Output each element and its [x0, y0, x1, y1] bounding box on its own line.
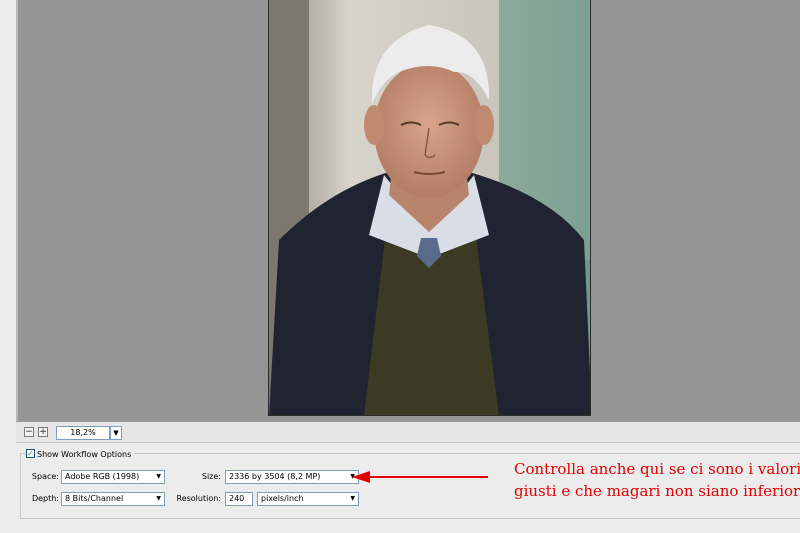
- depth-select[interactable]: 8 Bits/Channel ▼: [61, 492, 165, 506]
- chevron-down-icon: ▼: [113, 429, 119, 437]
- zoom-level-field[interactable]: 18,2%: [56, 426, 110, 440]
- resolution-input[interactable]: 240: [225, 492, 253, 506]
- annotation-text: Controlla anche qui se ci sono i valori …: [514, 458, 800, 502]
- annotation-line-1: Controlla anche qui se ci sono i valori: [514, 460, 800, 478]
- checkbox-checked-icon[interactable]: ✓: [26, 449, 35, 458]
- size-select[interactable]: 2336 by 3504 (8,2 MP) ▼: [225, 470, 359, 484]
- annotation-arrow: [352, 471, 488, 483]
- image-preview-area: [0, 0, 800, 421]
- space-label: Space:: [31, 472, 59, 481]
- zoom-dropdown-button[interactable]: ▼: [110, 426, 122, 440]
- depth-value: 8 Bits/Channel: [65, 494, 124, 503]
- resolution-label: Resolution:: [176, 494, 222, 503]
- annotation-line-2: giusti e che magari non siano inferiori: [514, 482, 800, 500]
- depth-label: Depth:: [31, 494, 59, 503]
- resolution-unit-value: pixels/inch: [261, 494, 304, 503]
- portrait-photo: [269, 0, 590, 415]
- zoom-out-button[interactable]: −: [24, 427, 34, 437]
- resolution-unit-select[interactable]: pixels/inch ▼: [257, 492, 359, 506]
- show-workflow-options-label: Show Workflow Options: [37, 450, 132, 459]
- size-value: 2336 by 3504 (8,2 MP): [229, 472, 321, 481]
- size-label: Size:: [201, 472, 221, 481]
- space-select[interactable]: Adobe RGB (1998) ▼: [61, 470, 165, 484]
- show-workflow-options[interactable]: ✓ Show Workflow Options: [26, 448, 135, 462]
- chevron-down-icon: ▼: [156, 473, 161, 480]
- filmstrip-edge: [0, 0, 18, 421]
- zoom-in-button[interactable]: +: [38, 427, 48, 437]
- photo-preview: [268, 0, 591, 416]
- space-value: Adobe RGB (1998): [65, 472, 140, 481]
- chevron-down-icon: ▼: [350, 495, 355, 502]
- zoom-toolbar: − + 18,2% ▼: [16, 421, 800, 443]
